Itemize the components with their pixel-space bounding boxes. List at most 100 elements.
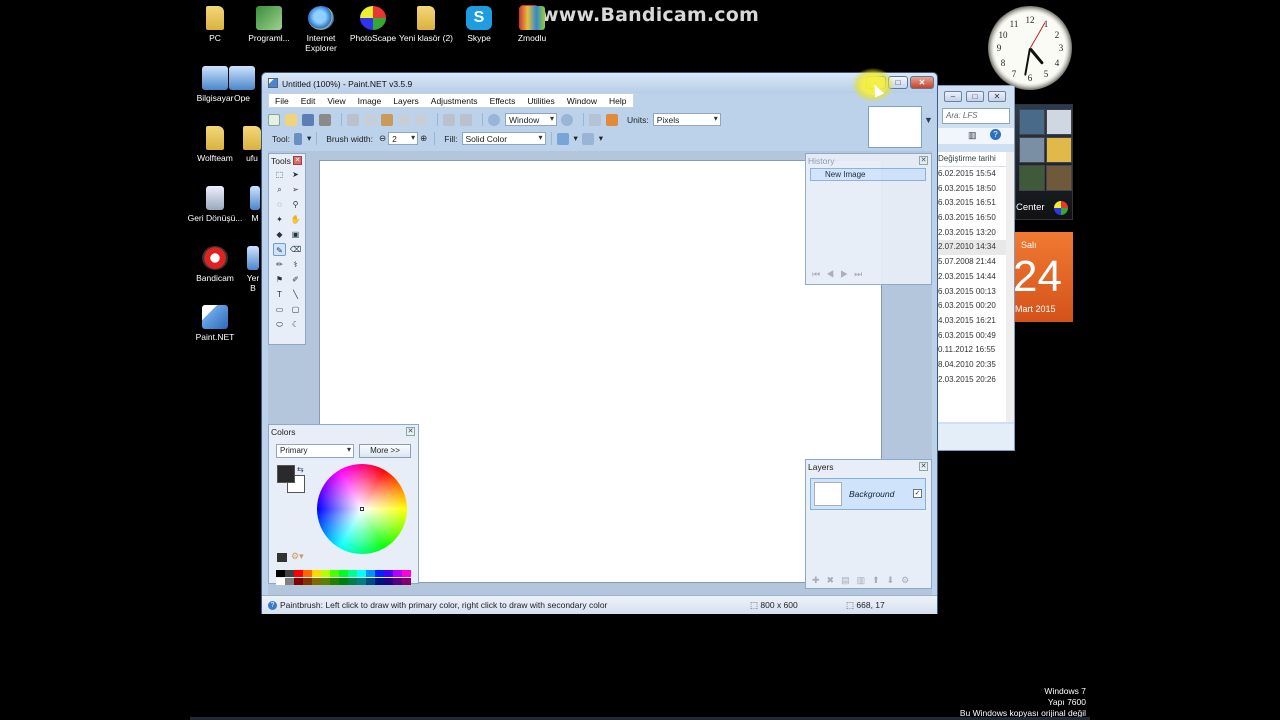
color-swatch[interactable] (294, 577, 303, 585)
color-swatch[interactable] (384, 570, 393, 577)
clock-gadget[interactable]: 12 1 2 3 4 5 6 7 8 9 10 11 (988, 6, 1072, 90)
list-item[interactable]: 2.03.2015 14:44 (938, 270, 1006, 285)
save-icon[interactable] (302, 113, 314, 126)
rectangle-icon[interactable]: ▭ (273, 303, 286, 316)
decrease-width-icon[interactable]: ⊖ (379, 133, 386, 144)
menu-layers[interactable]: Layers (387, 94, 425, 107)
list-item[interactable]: 2.07.2010 14:34 (938, 240, 1006, 256)
zoom-icon[interactable]: ⚲ (289, 198, 302, 211)
desktop-icon-paint-net[interactable]: Paint.NET (187, 305, 243, 342)
color-swatch[interactable] (285, 570, 294, 577)
view-icon[interactable]: ▥ (968, 130, 977, 141)
help-icon[interactable]: ? (990, 129, 1001, 140)
color-swatch[interactable] (366, 577, 375, 585)
magic-wand-icon[interactable]: ✦ (273, 213, 286, 226)
paintbrush-icon[interactable] (293, 132, 302, 145)
desktop-icon-new-folder[interactable]: Yeni klasör (2) (398, 6, 454, 43)
recolor-icon[interactable]: ✐ (289, 273, 302, 286)
undo-icon[interactable] (443, 113, 455, 126)
rounded-rectangle-icon[interactable]: ▢ (289, 303, 302, 316)
image-thumbnail[interactable] (868, 106, 922, 148)
color-swatch[interactable] (375, 570, 384, 577)
pan-icon[interactable]: ✋ (289, 213, 302, 226)
color-swatch[interactable] (276, 570, 285, 577)
open-file-icon[interactable] (285, 113, 297, 126)
color-swatch[interactable] (330, 577, 339, 585)
color-swatch[interactable] (321, 577, 330, 585)
menu-adjustments[interactable]: Adjustments (425, 94, 484, 107)
menu-utilities[interactable]: Utilities (521, 94, 560, 107)
list-item[interactable]: 0.11.2012 16:55 (938, 343, 1006, 358)
list-item[interactable]: 6.03.2015 18:50 (938, 182, 1006, 197)
color-swatch[interactable] (393, 577, 402, 585)
close-icon[interactable]: ✕ (293, 156, 302, 165)
close-icon[interactable]: ✕ (919, 462, 928, 471)
paste-icon[interactable] (381, 113, 393, 126)
calendar-gadget[interactable]: Salı 24 Mart 2015 (1013, 232, 1073, 322)
color-swatch[interactable] (321, 570, 330, 577)
paintbrush-icon[interactable]: ✎ (273, 243, 286, 256)
minimize-button[interactable]: – (944, 91, 962, 102)
maximize-button[interactable]: □ (966, 91, 984, 102)
brush-width-input[interactable]: 2 (388, 132, 419, 145)
desktop-icon-ope[interactable]: Ope (224, 66, 260, 103)
color-swatch[interactable] (312, 570, 321, 577)
menu-file[interactable]: File (269, 94, 295, 107)
color-swatch[interactable] (375, 577, 384, 585)
move-selected-icon[interactable]: ➤ (289, 168, 302, 181)
list-item[interactable]: 6.03.2015 16:51 (938, 196, 1006, 211)
menu-effects[interactable]: Effects (484, 94, 522, 107)
history-item[interactable]: New Image (810, 168, 926, 181)
list-item[interactable]: 6.02.2015 15:54 (938, 167, 1006, 182)
lasso-select-icon[interactable]: ⌕ (273, 183, 286, 196)
list-item[interactable]: 2.03.2015 13:20 (938, 226, 1006, 241)
menu-help[interactable]: Help (603, 94, 632, 107)
color-swatch[interactable] (294, 570, 303, 577)
primary-color-swatch[interactable] (277, 465, 295, 483)
color-swatch[interactable] (276, 577, 285, 585)
color-swatch[interactable] (348, 570, 357, 577)
desktop-icon-zmodlu[interactable]: Zmodlu (504, 6, 560, 43)
color-swatch[interactable] (285, 577, 294, 585)
list-item[interactable]: 5.07.2008 21:44 (938, 255, 1006, 270)
color-swatch[interactable] (357, 570, 366, 577)
zoom-out-icon[interactable] (488, 113, 500, 126)
color-swatch[interactable] (357, 577, 366, 585)
tool-dropdown-icon[interactable]: ▾ (307, 133, 311, 144)
close-icon[interactable]: ✕ (919, 156, 928, 165)
palette-menu-icon[interactable]: ⚙▾ (291, 551, 304, 562)
zoom-select[interactable]: Window (505, 113, 557, 126)
deselect-icon[interactable] (415, 113, 427, 126)
column-header[interactable]: Değiştirme tarihi (938, 152, 1006, 167)
ruler-icon[interactable] (606, 113, 618, 126)
line-curve-icon[interactable]: ╲ (289, 288, 302, 301)
desktop-icon-wolfteam[interactable]: Wolfteam (187, 126, 243, 163)
media-center-gadget[interactable]: Center (1015, 104, 1073, 220)
eraser-icon[interactable]: ⌫ (289, 243, 302, 256)
list-item[interactable]: 6.03.2015 16:50 (938, 211, 1006, 226)
color-swatch[interactable] (330, 570, 339, 577)
color-swatch[interactable] (339, 570, 348, 577)
menu-image[interactable]: Image (352, 94, 388, 107)
menu-edit[interactable]: Edit (295, 94, 322, 107)
print-icon[interactable] (319, 113, 331, 126)
desktop-icon-photoscape[interactable]: PhotoScape (345, 6, 401, 43)
desktop-icon-skype[interactable]: S Skype (451, 6, 507, 43)
list-item[interactable]: 6.03.2015 00:13 (938, 285, 1006, 300)
close-icon[interactable]: ✕ (406, 427, 415, 436)
close-button[interactable]: ✕ (988, 91, 1006, 102)
gradient-icon[interactable]: ▣ (289, 228, 302, 241)
cut-icon[interactable] (347, 113, 359, 126)
color-swatch[interactable] (366, 570, 375, 577)
palette-icon[interactable] (277, 553, 287, 562)
title-bar[interactable]: Untitled (100%) - Paint.NET v3.5.9 – □ ✕ (262, 73, 937, 93)
clone-stamp-icon[interactable]: ⚑ (273, 273, 286, 286)
text-icon[interactable]: T (273, 288, 286, 301)
redo-icon[interactable] (460, 113, 472, 126)
crop-icon[interactable] (398, 113, 410, 126)
layer-controls[interactable]: ✚✖▤▥⬆⬇⚙ (812, 575, 916, 586)
color-picker-icon[interactable]: ⚕ (289, 258, 302, 271)
color-swatch[interactable] (312, 577, 321, 585)
desktop-icon-pc[interactable]: PC (187, 6, 243, 43)
tab-scroll-arrow-icon[interactable]: ▼ (924, 115, 933, 125)
